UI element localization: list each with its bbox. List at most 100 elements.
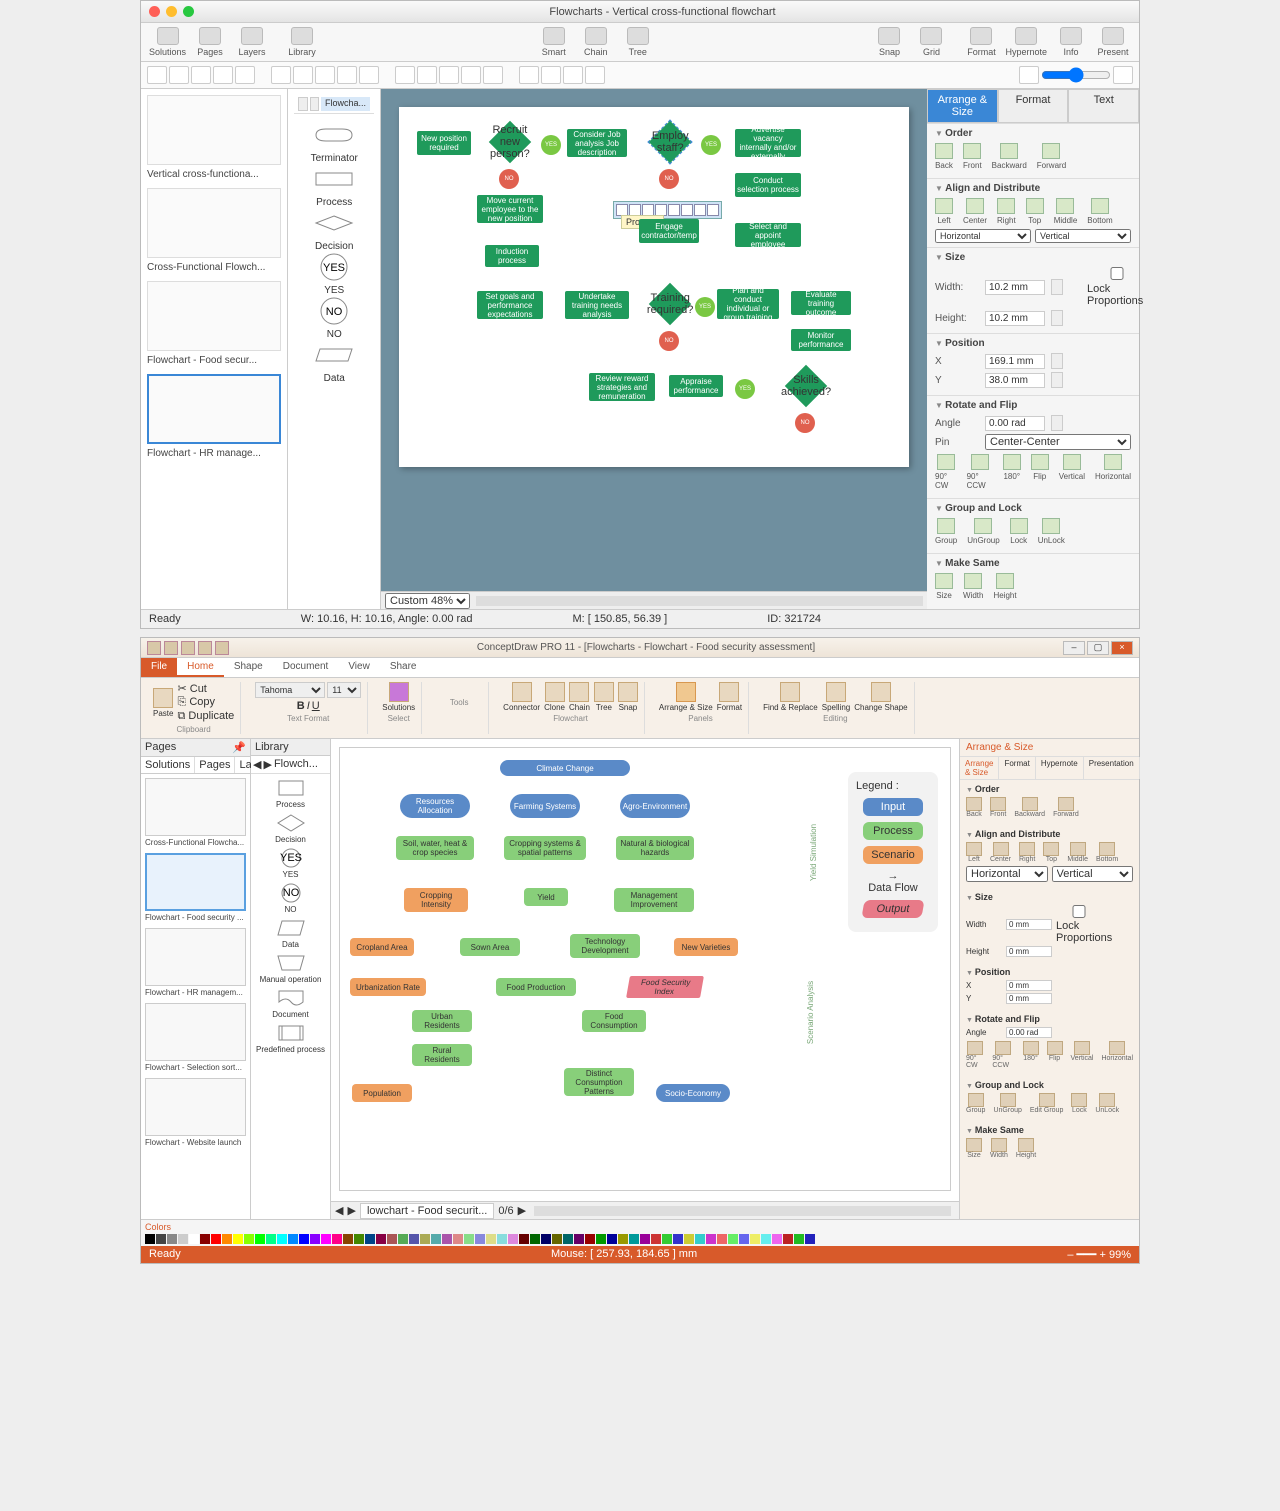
180--button[interactable]: 180° [1023,1041,1039,1069]
color-swatch[interactable] [211,1234,221,1244]
color-swatch[interactable] [343,1234,353,1244]
color-swatch[interactable] [607,1234,617,1244]
width-input[interactable] [985,280,1045,295]
color-swatch[interactable] [288,1234,298,1244]
color-swatch[interactable] [332,1234,342,1244]
layers-button[interactable]: Layers [234,27,270,57]
page-thumb[interactable] [147,281,281,351]
color-swatch[interactable] [409,1234,419,1244]
library-button[interactable]: Library [284,27,320,57]
node[interactable]: Management Improvement [614,888,694,912]
top-button[interactable]: Top [1043,842,1059,863]
back-button[interactable]: Back [966,797,982,818]
shape-data[interactable]: Data [311,340,358,384]
middle-button[interactable]: Middle [1067,842,1088,863]
color-swatch[interactable] [321,1234,331,1244]
snap-button[interactable]: Snap [618,682,638,712]
node-monitor[interactable]: Monitor performance [791,329,851,351]
node-plan[interactable]: Plan and conduct individual or group tra… [717,289,779,319]
node-yes3[interactable]: YES [695,297,715,317]
color-swatch[interactable] [464,1234,474,1244]
node-no2[interactable]: NO [659,169,679,189]
color-swatch[interactable] [156,1234,166,1244]
node-training[interactable]: Training required? [649,283,691,325]
node-induction[interactable]: Induction process [485,245,539,267]
node[interactable]: Socio-Economy [656,1084,730,1102]
rotate-tool[interactable] [395,66,415,84]
90-ccw-button[interactable]: 90° CCW [992,1041,1014,1069]
color-swatch[interactable] [530,1234,540,1244]
node[interactable]: Resources Allocation [400,794,470,818]
cut-btn[interactable]: ✂ Cut [177,682,234,695]
pin-icon[interactable]: 📌 [232,741,246,754]
angle-input[interactable] [985,416,1045,431]
edit-group-button[interactable]: Edit Group [1030,1093,1063,1114]
page-thumb[interactable] [147,188,281,258]
color-swatch[interactable] [453,1234,463,1244]
node[interactable]: Food Consumption [582,1010,646,1032]
lock-proportions[interactable] [1087,267,1147,280]
front-button[interactable]: Front [990,797,1006,818]
color-swatch[interactable] [200,1234,210,1244]
color-swatch[interactable] [442,1234,452,1244]
zoom-out-icon[interactable] [1019,66,1039,84]
ungroup-button[interactable]: UnGroup [967,518,999,545]
color-swatch[interactable] [673,1234,683,1244]
color-swatch[interactable] [772,1234,782,1244]
spelling-button[interactable]: Spelling [822,682,850,712]
arrange-size-button[interactable]: Arrange & Size [659,682,713,712]
node-advert[interactable]: Advertise vacancy internally and/or exte… [735,129,801,157]
qat-print[interactable] [198,641,212,655]
node-conduct[interactable]: Conduct selection process [735,173,801,197]
find-replace-button[interactable]: Find & Replace [763,682,818,712]
shape-manual[interactable]: Manual operation [256,953,325,984]
90-cw-button[interactable]: 90° CW [966,1041,984,1069]
center-button[interactable]: Center [963,198,987,225]
node-setgoals[interactable]: Set goals and performance expectations [477,291,543,319]
width2[interactable] [1006,919,1052,930]
eyedropper-tool[interactable] [563,66,583,84]
forward-button[interactable]: Forward [1037,143,1066,170]
shape-decision[interactable]: Decision [311,208,358,252]
group-button[interactable]: Group [935,518,957,545]
left-button[interactable]: Left [966,842,982,863]
solutions-icon[interactable] [389,682,409,702]
clone-button[interactable]: Clone [544,682,565,712]
top-button[interactable]: Top [1026,198,1044,225]
90-ccw-button[interactable]: 90° CCW [967,454,993,490]
node-skills[interactable]: Skills achieved? [785,365,827,407]
color-swatch[interactable] [574,1234,584,1244]
node-recruit[interactable]: Recruit new person? [489,121,531,163]
color-swatch[interactable] [783,1234,793,1244]
tab-document[interactable]: Document [273,658,339,677]
close-btn[interactable]: × [1111,641,1133,655]
tree-button[interactable]: Tree [594,682,614,712]
zoom-in-icon[interactable] [1113,66,1133,84]
color-swatch[interactable] [398,1234,408,1244]
shape-yes[interactable]: YESYES [256,848,325,879]
color-swatch[interactable] [563,1234,573,1244]
tab-shape[interactable]: Shape [224,658,273,677]
align-h[interactable]: Horizontal [935,229,1031,243]
canvas-win[interactable]: Legend : InputProcessScenario→Data FlowO… [331,739,959,1219]
zoom-tool[interactable] [519,66,539,84]
max-btn[interactable]: ▢ [1087,641,1109,655]
chain-button[interactable]: Chain [569,682,590,712]
shape-no[interactable]: NONO [311,296,358,340]
color-swatch[interactable] [684,1234,694,1244]
node[interactable]: Farming Systems [510,794,580,818]
node[interactable]: Technology Development [570,934,640,958]
color-swatch[interactable] [266,1234,276,1244]
color-swatch[interactable] [299,1234,309,1244]
present-button[interactable]: Present [1095,27,1131,57]
shape-terminator[interactable]: Terminator [311,120,358,164]
copy-btn[interactable]: ⎘ Copy [177,696,234,709]
node[interactable]: Cropping Intensity [404,888,468,912]
color-swatch[interactable] [618,1234,628,1244]
y-input[interactable] [985,373,1045,388]
tab-arrange[interactable]: Arrange & Size [927,89,998,123]
color-swatch[interactable] [365,1234,375,1244]
node-select[interactable]: Select and appoint employee [735,223,801,247]
node[interactable]: Yield [524,888,568,906]
backward-button[interactable]: Backward [992,143,1027,170]
